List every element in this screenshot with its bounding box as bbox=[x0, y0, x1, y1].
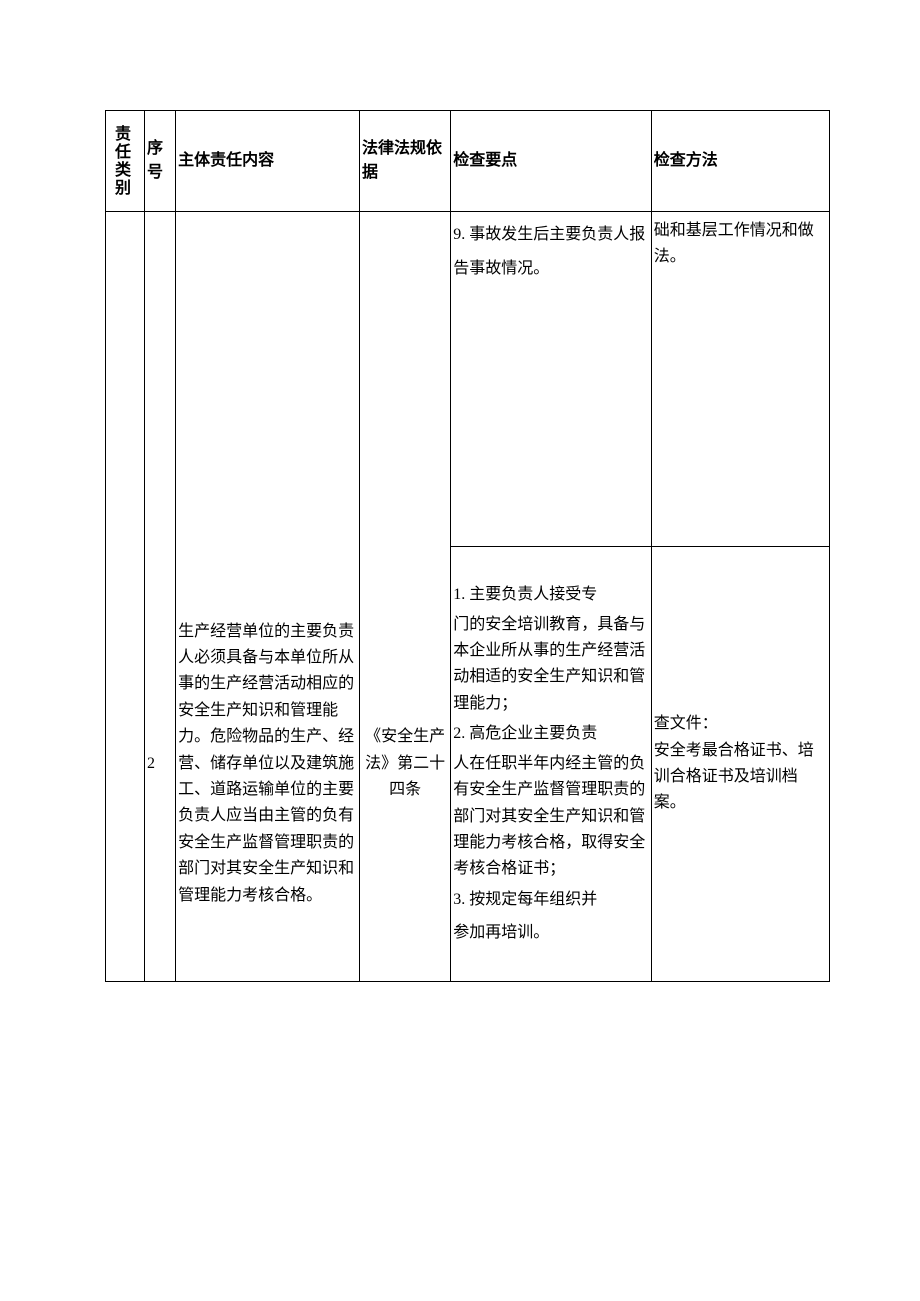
cell-content bbox=[176, 212, 360, 547]
header-category: 责任类别 bbox=[106, 111, 145, 212]
cell-category bbox=[106, 212, 145, 547]
cell-basis: 《安全生产法》第二十四条 bbox=[359, 547, 450, 982]
cell-points: 9. 事故发生后主要负责人报告事故情况。 bbox=[451, 212, 651, 547]
responsibility-table: 责任类别 序号 主体责任内容 法律法规依据 检查要点 检查方法 9. 事故发生后… bbox=[105, 110, 830, 982]
cell-points: 1. 主要负责人接受专 门的安全培训教育，具备与本企业所从事的生产经营活动相适的… bbox=[451, 547, 651, 982]
cell-seq bbox=[144, 212, 175, 547]
table-row: 9. 事故发生后主要负责人报告事故情况。 础和基层工作情况和做法。 bbox=[106, 212, 830, 547]
cell-content: 生产经营单位的主要负责人必须具备与本单位所从事的生产经营活动相应的安全生产知识和… bbox=[176, 547, 360, 982]
cell-seq: 2 bbox=[144, 547, 175, 982]
cell-method: 查文件： 安全考最合格证书、培训合格证书及培训档案。 bbox=[651, 547, 829, 982]
table-row: 2 生产经营单位的主要负责人必须具备与本单位所从事的生产经营活动相应的安全生产知… bbox=[106, 547, 830, 982]
header-seq: 序号 bbox=[144, 111, 175, 212]
cell-basis bbox=[359, 212, 450, 547]
header-content: 主体责任内容 bbox=[176, 111, 360, 212]
header-points: 检查要点 bbox=[451, 111, 651, 212]
header-method: 检查方法 bbox=[651, 111, 829, 212]
cell-category bbox=[106, 547, 145, 982]
table-header-row: 责任类别 序号 主体责任内容 法律法规依据 检查要点 检查方法 bbox=[106, 111, 830, 212]
header-basis: 法律法规依据 bbox=[359, 111, 450, 212]
cell-method: 础和基层工作情况和做法。 bbox=[651, 212, 829, 547]
